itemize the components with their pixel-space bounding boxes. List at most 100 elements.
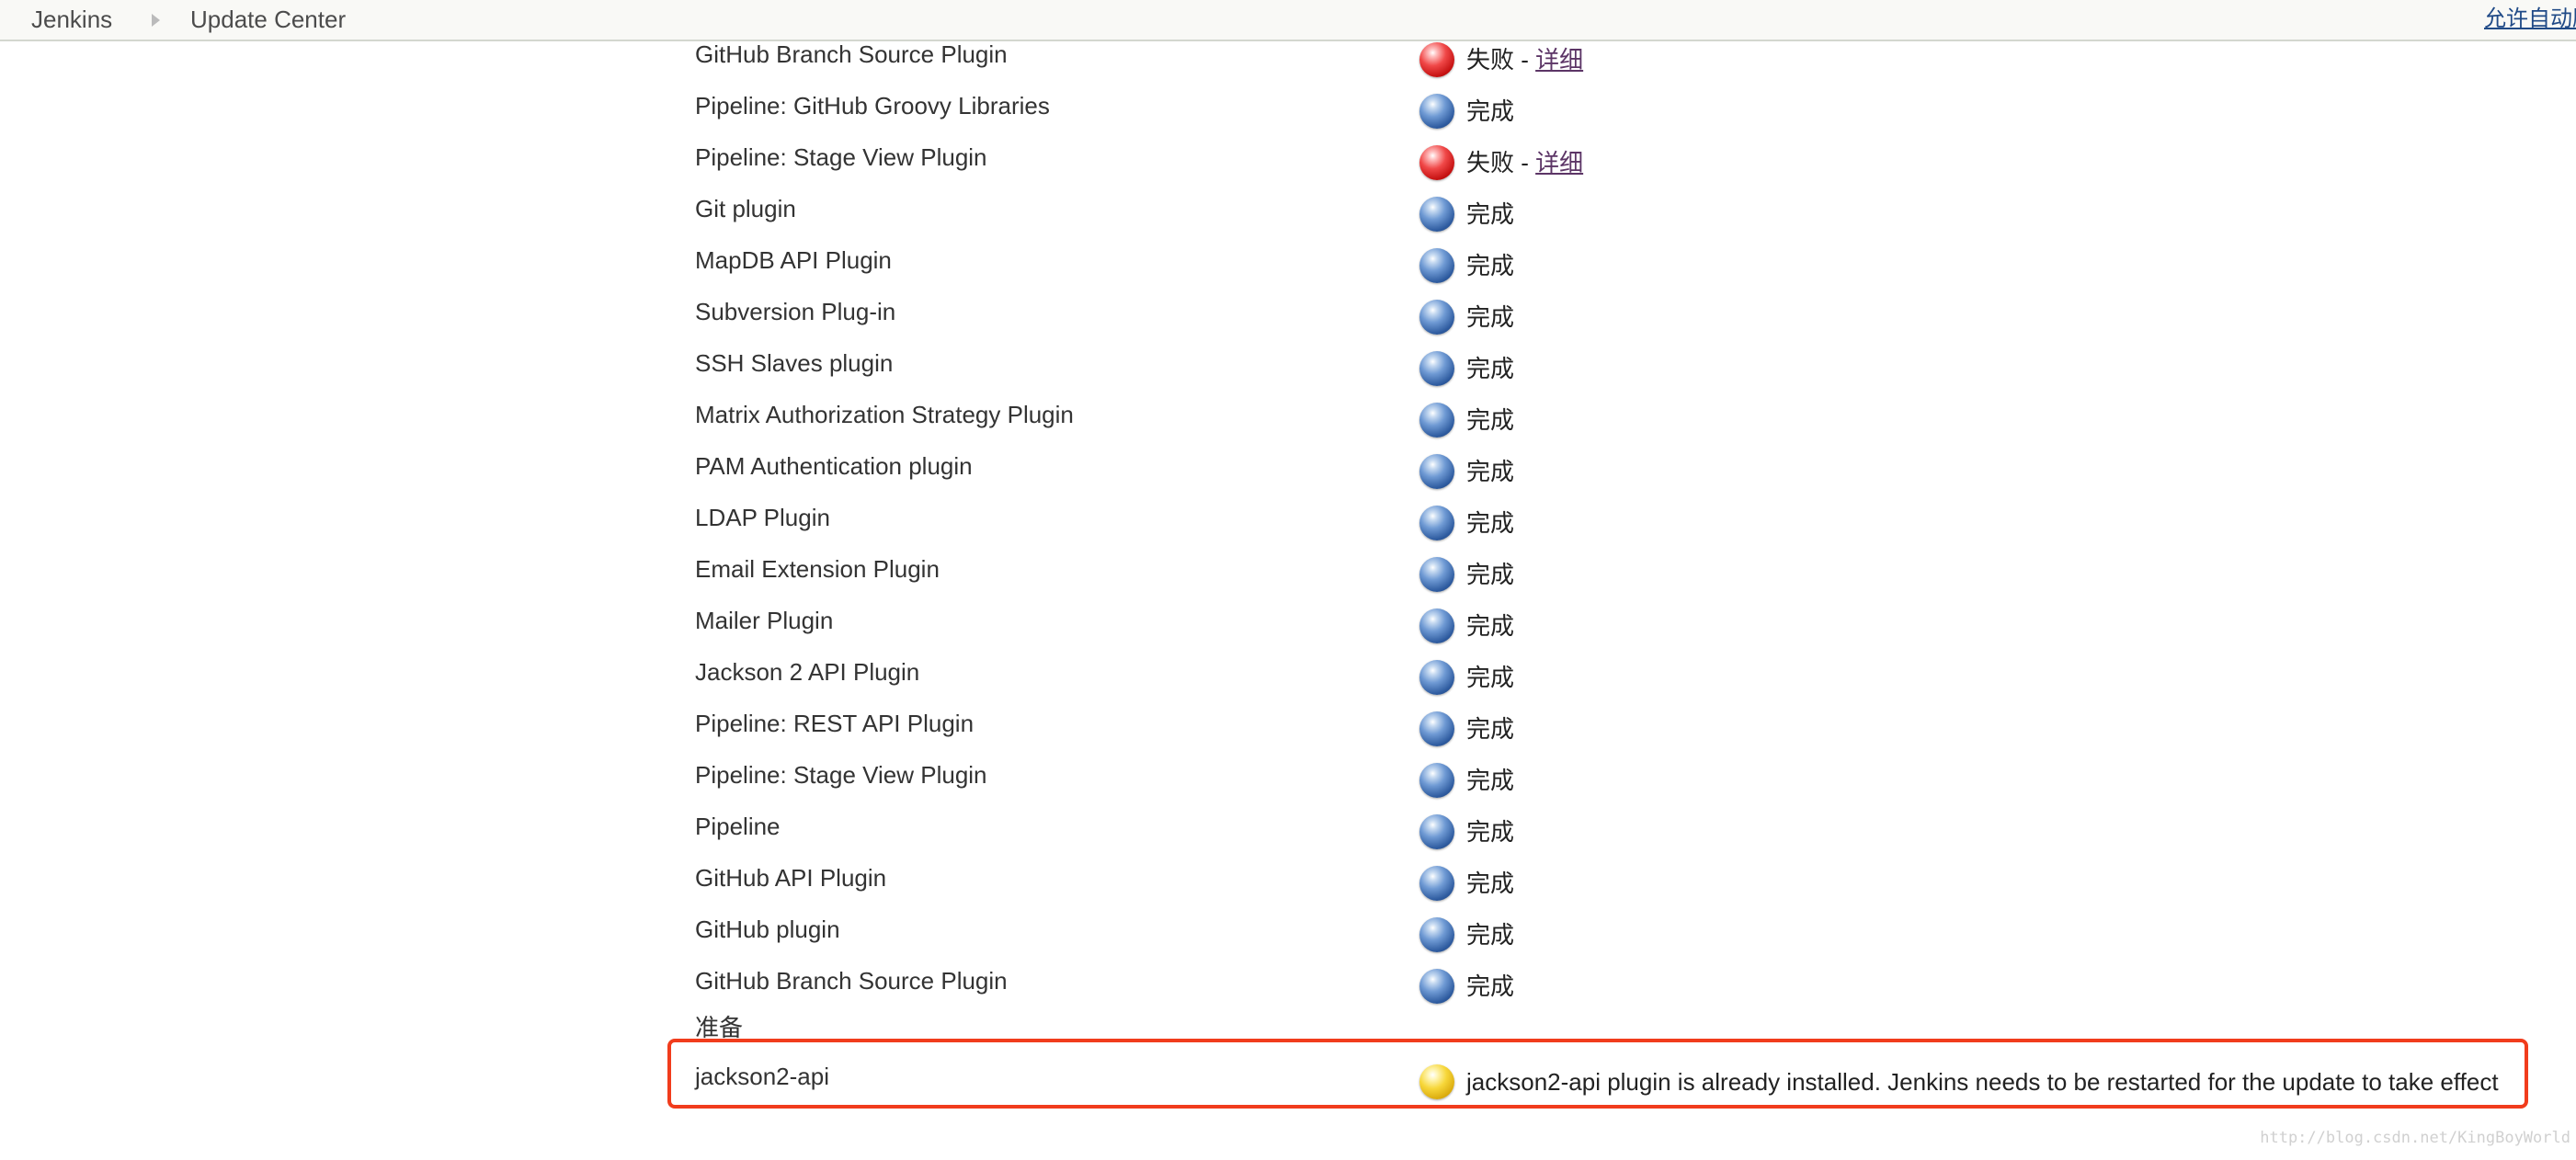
plugin-row: SSH Slaves plugin 完成 [0, 348, 2576, 400]
plugin-name: GitHub API Plugin [695, 864, 887, 892]
success-status-ball-icon [1419, 403, 1454, 438]
plugin-status: 完成 [1419, 299, 1514, 335]
plugin-name: Pipeline: Stage View Plugin [695, 143, 987, 171]
status-text: 完成 [1466, 972, 1515, 1000]
plugin-name: Matrix Authorization Strategy Plugin [695, 401, 1074, 428]
status-separator: - [1514, 149, 1536, 176]
plugin-name: Mailer Plugin [695, 607, 834, 634]
plugin-status: 完成 [1419, 762, 1514, 799]
success-status-ball-icon [1419, 94, 1454, 129]
plugin-name: GitHub Branch Source Plugin [695, 40, 1008, 68]
plugin-row: Subversion Plug-in 完成 [0, 297, 2576, 348]
plugin-row: Jackson 2 API Plugin 完成 [0, 657, 2576, 709]
pending-plugin-row: jackson2-api jackson2-api plugin is alre… [0, 1062, 2576, 1113]
plugin-row: GitHub Branch Source Plugin 完成 [0, 966, 2576, 1018]
plugin-row: Git plugin 完成 [0, 194, 2576, 245]
plugin-status: 完成 [1419, 659, 1514, 696]
plugin-name: jackson2-api [695, 1063, 829, 1090]
success-status-ball-icon [1419, 300, 1454, 335]
plugin-name: Subversion Plug-in [695, 298, 896, 325]
status-text: 失败 [1466, 149, 1515, 176]
status-text: 完成 [1466, 870, 1515, 897]
success-status-ball-icon [1419, 608, 1454, 643]
success-status-ball-icon [1419, 557, 1454, 592]
status-text: 完成 [1466, 561, 1515, 588]
success-status-ball-icon [1419, 763, 1454, 798]
plugin-status: 完成 [1419, 505, 1514, 541]
status-text: 完成 [1466, 97, 1515, 125]
plugin-status: 完成 [1419, 196, 1514, 233]
plugin-row: PAM Authentication plugin 完成 [0, 451, 2576, 503]
plugin-row: GitHub Branch Source Plugin 失败 - 详细 [0, 40, 2576, 91]
status-text: 完成 [1466, 200, 1515, 228]
plugin-install-list: GitHub Branch Source Plugin 失败 - 详细 Pipeli… [0, 0, 2576, 1160]
plugin-status: 完成 [1419, 813, 1514, 850]
plugin-row: GitHub API Plugin 完成 [0, 863, 2576, 915]
plugin-row: Matrix Authorization Strategy Plugin 完成 [0, 400, 2576, 451]
plugin-row: GitHub plugin 完成 [0, 915, 2576, 966]
success-status-ball-icon [1419, 711, 1454, 746]
plugin-status: 完成 [1419, 968, 1514, 1005]
plugin-status: 完成 [1419, 556, 1514, 593]
success-status-ball-icon [1419, 917, 1454, 952]
success-status-ball-icon [1419, 248, 1454, 283]
plugin-status: 完成 [1419, 865, 1514, 902]
plugin-name: GitHub plugin [695, 915, 840, 943]
failure-status-ball-icon [1419, 145, 1454, 180]
status-text: 完成 [1466, 252, 1515, 279]
success-status-ball-icon [1419, 351, 1454, 386]
plugin-status: 完成 [1419, 453, 1514, 490]
plugin-row: MapDB API Plugin 完成 [0, 245, 2576, 297]
status-separator: - [1514, 46, 1536, 74]
plugin-status: 完成 [1419, 93, 1514, 130]
success-status-ball-icon [1419, 866, 1454, 901]
status-text: 失败 [1466, 46, 1515, 74]
status-text: 完成 [1466, 355, 1515, 382]
status-text: 完成 [1466, 664, 1515, 691]
plugin-name: Pipeline: Stage View Plugin [695, 761, 987, 789]
watermark-text: http://blog.csdn.net/KingBoyWorld [2260, 1129, 2570, 1147]
status-text: 完成 [1466, 303, 1515, 331]
plugin-name: Jackson 2 API Plugin [695, 658, 920, 686]
plugin-status: 完成 [1419, 916, 1514, 953]
plugin-name: Pipeline: GitHub Groovy Libraries [695, 92, 1050, 119]
status-text: 完成 [1466, 767, 1515, 794]
plugin-name: PAM Authentication plugin [695, 452, 973, 480]
plugin-status: 完成 [1419, 608, 1514, 644]
success-status-ball-icon [1419, 969, 1454, 1004]
success-status-ball-icon [1419, 506, 1454, 540]
status-text: 完成 [1466, 715, 1515, 743]
status-text: 完成 [1466, 612, 1515, 640]
plugin-status: 失败 - 详细 [1419, 41, 1583, 78]
plugin-status: 完成 [1419, 402, 1514, 438]
failure-status-ball-icon [1419, 42, 1454, 77]
plugin-status: 完成 [1419, 350, 1514, 387]
plugin-status: 完成 [1419, 247, 1514, 284]
success-status-ball-icon [1419, 814, 1454, 849]
plugin-name: GitHub Branch Source Plugin [695, 967, 1008, 995]
plugin-row: Pipeline: Stage View Plugin 完成 [0, 760, 2576, 812]
plugin-row: Email Extension Plugin 完成 [0, 554, 2576, 606]
failure-details-link[interactable]: 详细 [1535, 45, 1583, 74]
pending-status-ball-icon [1419, 1064, 1454, 1099]
success-status-ball-icon [1419, 660, 1454, 695]
plugin-row: Pipeline 完成 [0, 812, 2576, 863]
failure-details-link[interactable]: 详细 [1535, 148, 1583, 177]
plugin-row: Mailer Plugin 完成 [0, 606, 2576, 657]
plugin-name: SSH Slaves plugin [695, 349, 894, 377]
success-status-ball-icon [1419, 454, 1454, 489]
plugin-status: 完成 [1419, 711, 1514, 747]
status-text: 完成 [1466, 921, 1515, 949]
plugin-name: MapDB API Plugin [695, 246, 892, 274]
plugin-row: Pipeline: GitHub Groovy Libraries 完成 [0, 91, 2576, 142]
status-text: 完成 [1466, 406, 1515, 434]
pending-status-message: jackson2-api plugin is already installed… [1466, 1068, 2499, 1096]
plugin-row: Pipeline: REST API Plugin 完成 [0, 709, 2576, 760]
status-text: 完成 [1466, 818, 1515, 846]
success-status-ball-icon [1419, 197, 1454, 232]
plugin-name: Email Extension Plugin [695, 555, 940, 583]
plugin-status: jackson2-api plugin is already installed… [1419, 1063, 2499, 1100]
plugin-row: Pipeline: Stage View Plugin 失败 - 详细 [0, 142, 2576, 194]
plugin-name: Pipeline [695, 813, 781, 840]
status-text: 完成 [1466, 509, 1515, 537]
